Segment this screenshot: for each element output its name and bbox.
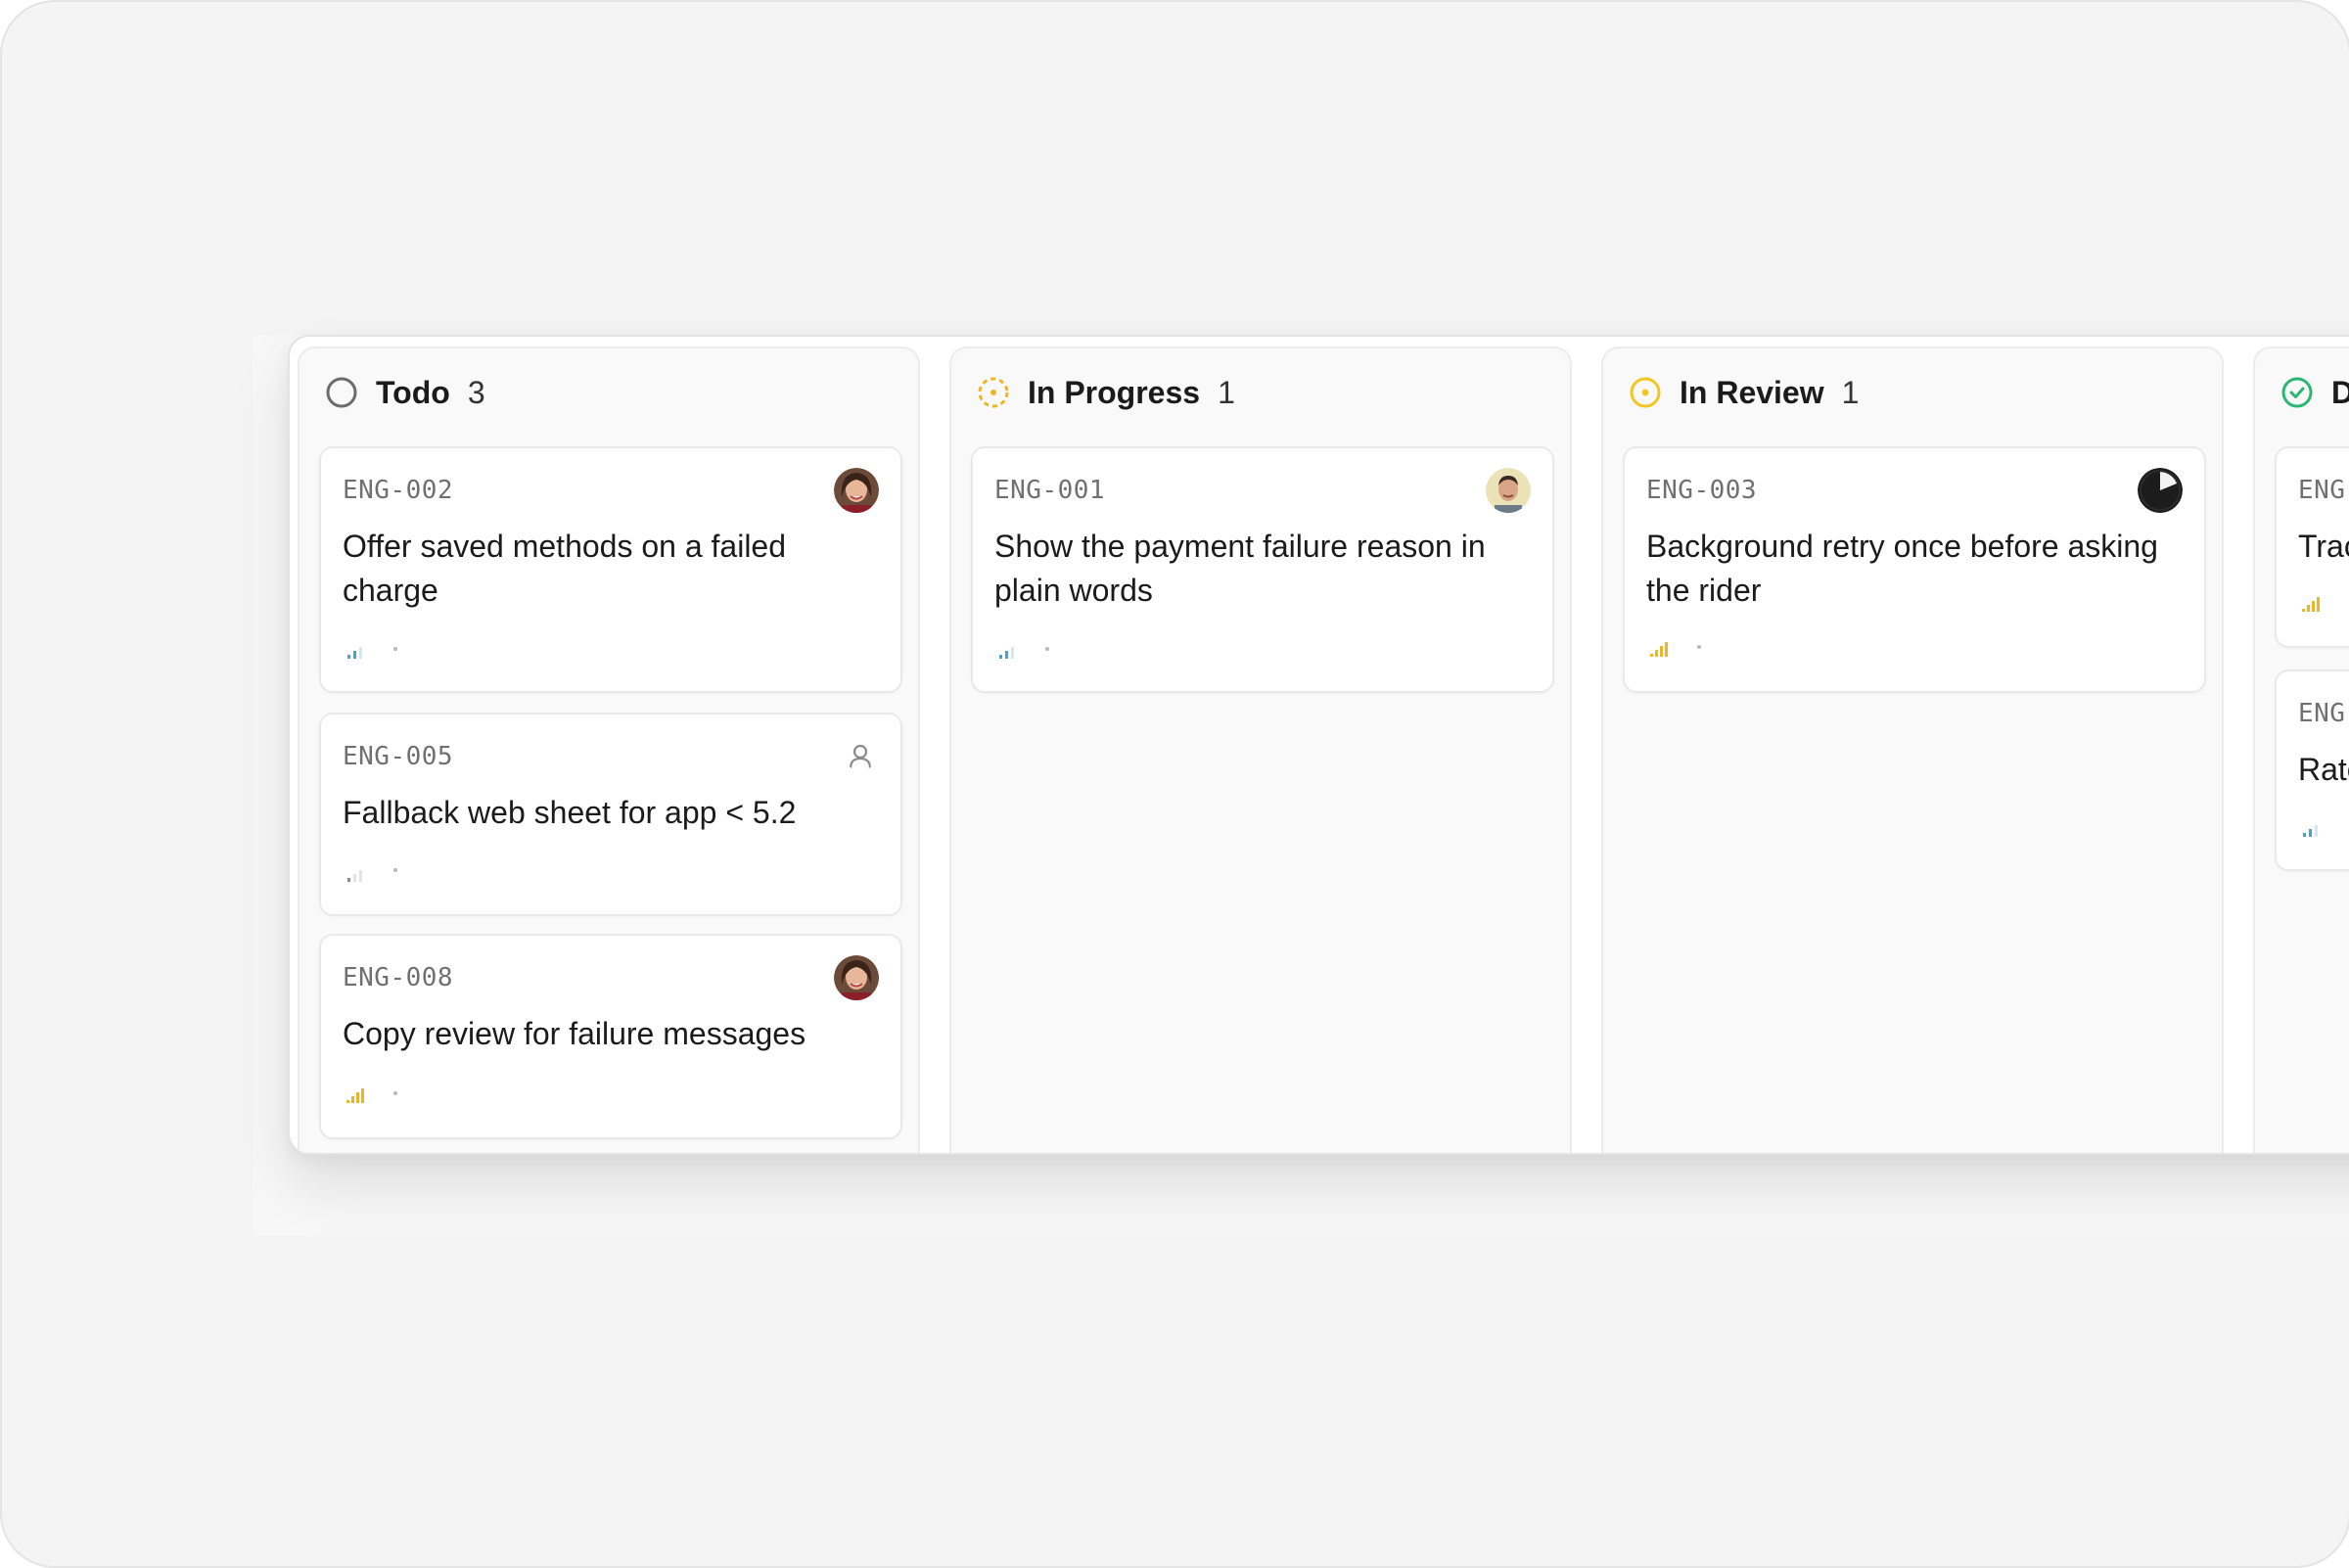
kanban-board: Todo 3 ENG-002 Offer saved methods on a … — [288, 335, 2349, 1155]
issue-title: Trac — [2298, 529, 2349, 564]
column-title: In Review — [1680, 374, 1824, 410]
issue-title: Offer saved methods on a failed charge — [343, 529, 787, 608]
issue-card[interactable]: ENG- Rate — [2275, 669, 2349, 871]
priority-high-icon[interactable] — [345, 1084, 366, 1106]
meta-dot — [393, 1091, 397, 1095]
issue-card[interactable]: ENG-008 Copy review for failure messages — [319, 934, 902, 1139]
column-header-in-progress[interactable]: In Progress 1 — [977, 368, 1235, 417]
column-in-progress: In Progress 1 ENG-001 Show the payment f… — [949, 346, 1572, 1153]
issue-id: ENG-001 — [994, 476, 1106, 505]
priority-low-icon[interactable] — [345, 863, 366, 885]
column-title: In Progress — [1028, 374, 1201, 410]
column-title: D — [2331, 375, 2349, 411]
issue-title: Fallback web sheet for app < 5.2 — [343, 795, 797, 830]
assignee-avatar[interactable] — [834, 955, 879, 1000]
issue-title: Background retry once before asking the … — [1646, 529, 2158, 608]
issue-id: ENG-002 — [343, 476, 454, 505]
column-in-review: In Review 1 ENG-003 Background retry onc… — [1601, 346, 2224, 1153]
done-check-circle-icon — [2280, 376, 2314, 409]
unassigned-user-icon[interactable] — [846, 742, 875, 771]
assignee-avatar[interactable] — [834, 468, 879, 513]
priority-medium-icon[interactable] — [345, 640, 366, 662]
priority-high-icon[interactable] — [2300, 593, 2322, 615]
column-todo: Todo 3 ENG-002 Offer saved methods on a … — [298, 346, 920, 1153]
column-count: 1 — [1218, 374, 1235, 410]
priority-high-icon[interactable] — [1648, 638, 1670, 660]
column-header-done[interactable]: D — [2280, 368, 2349, 417]
issue-card[interactable]: ENG-001 Show the payment failure reason … — [971, 446, 1554, 693]
column-done: D ENG- Trac ENG- Rate — [2253, 346, 2349, 1153]
meta-dot — [393, 647, 397, 651]
todo-circle-icon — [325, 376, 358, 409]
issue-card[interactable]: ENG- Trac — [2275, 446, 2349, 648]
issue-id: ENG-008 — [343, 963, 454, 992]
in-progress-dashed-circle-icon — [977, 376, 1010, 409]
assignee-avatar[interactable] — [1486, 468, 1531, 513]
column-count: 3 — [467, 374, 485, 410]
issue-title: Rate — [2298, 752, 2349, 787]
issue-card[interactable]: ENG-005 Fallback web sheet for app < 5.2 — [319, 713, 902, 916]
column-header-todo[interactable]: Todo 3 — [325, 368, 485, 417]
column-title: Todo — [376, 374, 450, 410]
issue-card[interactable]: ENG-002 Offer saved methods on a failed … — [319, 446, 902, 693]
issue-id: ENG- — [2298, 699, 2349, 728]
column-header-in-review[interactable]: In Review 1 — [1629, 368, 1859, 417]
in-review-circle-icon — [1629, 376, 1662, 409]
issue-id: ENG-003 — [1646, 476, 1758, 505]
issue-title: Copy review for failure messages — [343, 1016, 806, 1051]
meta-dot — [1697, 645, 1701, 649]
priority-medium-icon[interactable] — [996, 640, 1018, 662]
issue-id: ENG-005 — [343, 742, 454, 771]
issue-id: ENG- — [2298, 476, 2349, 505]
issue-card[interactable]: ENG-003 Background retry once before ask… — [1623, 446, 2206, 693]
issue-title: Show the payment failure reason in plain… — [994, 529, 1486, 608]
assignee-avatar[interactable] — [2138, 468, 2183, 513]
column-count: 1 — [1841, 374, 1860, 410]
meta-dot — [393, 868, 397, 872]
meta-dot — [1045, 647, 1049, 651]
priority-medium-icon[interactable] — [2300, 818, 2322, 840]
window-frame: Todo 3 ENG-002 Offer saved methods on a … — [0, 0, 2349, 1568]
